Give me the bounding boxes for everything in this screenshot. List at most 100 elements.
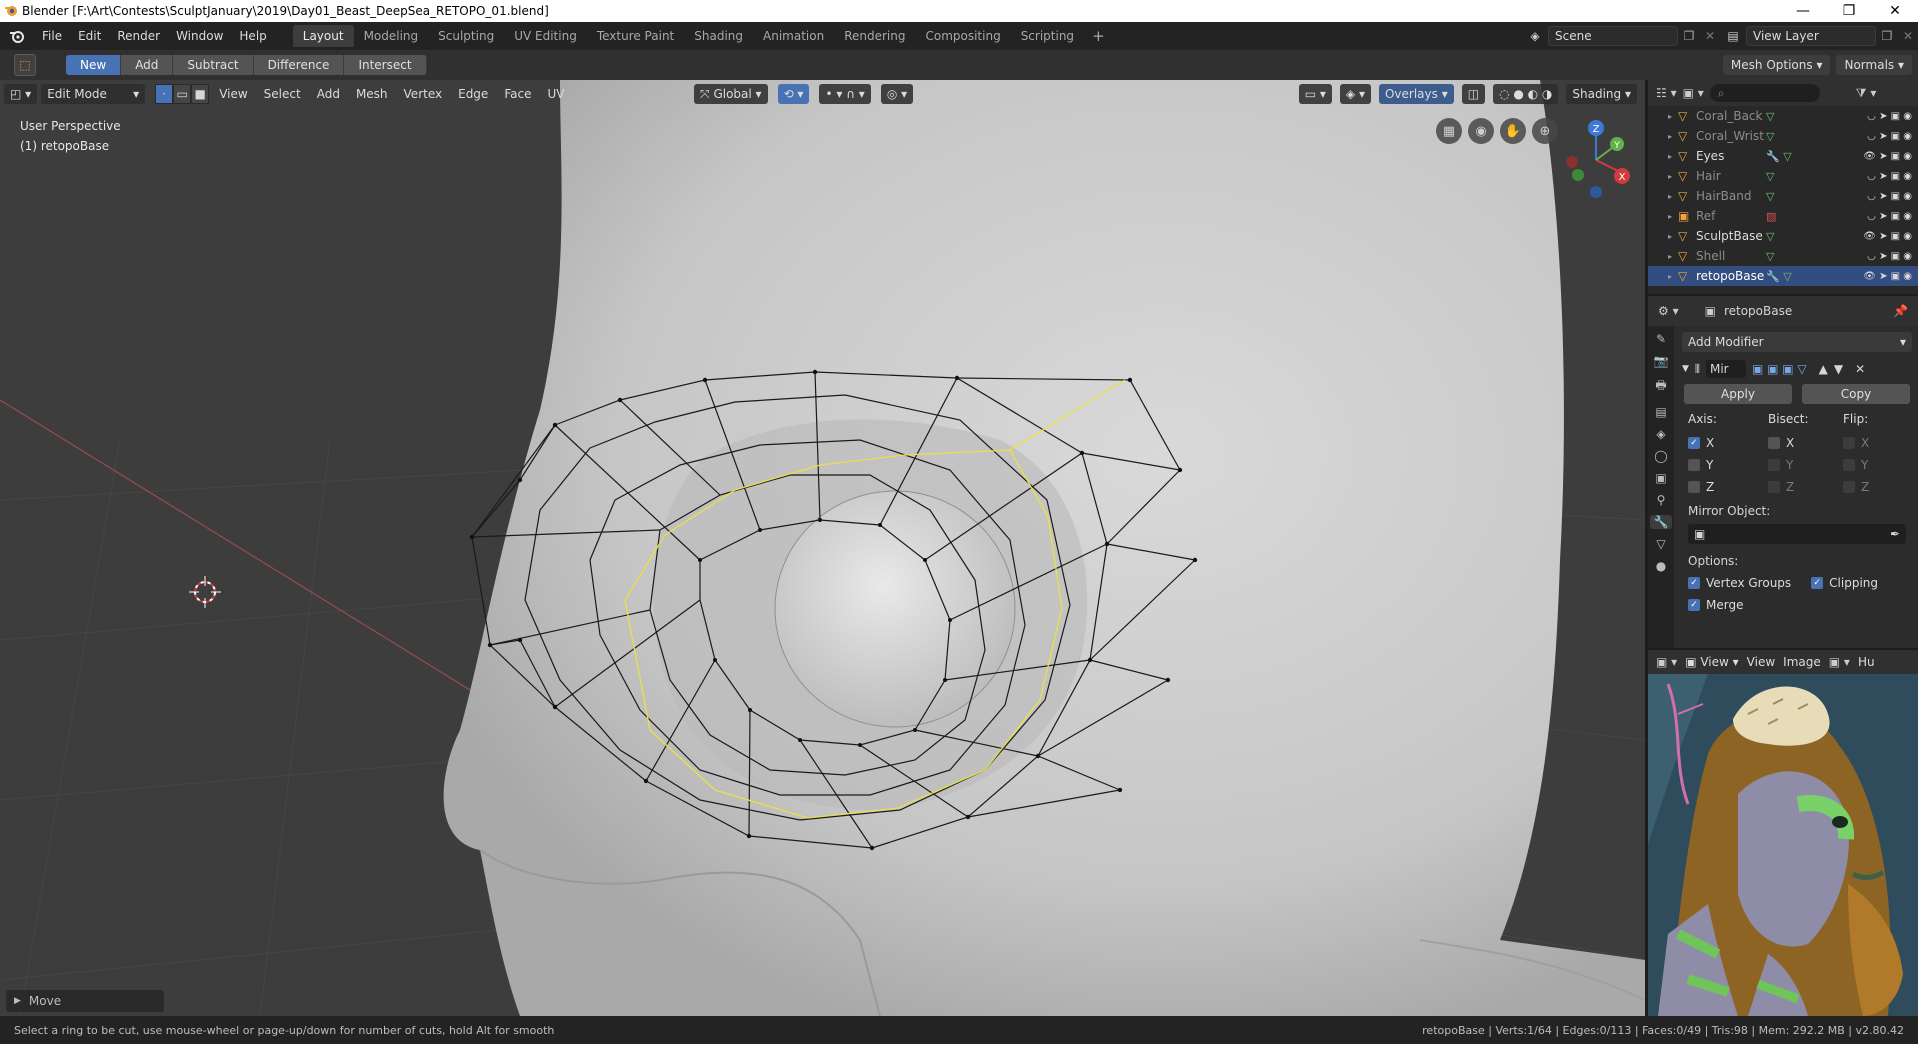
axis-y-checkbox[interactable]: Y <box>1688 456 1768 474</box>
outliner-row-shell[interactable]: ▸ ▽ Shell ▽ ◡ ➤ ▣ ◉ <box>1648 246 1918 266</box>
outliner-search-input[interactable]: ⌕ <box>1709 84 1820 102</box>
mirror-object-field[interactable]: ▣ ✒ <box>1688 524 1906 544</box>
tab-scripting[interactable]: Scripting <box>1011 25 1084 47</box>
overlays-dropdown[interactable]: Overlays ▾ <box>1378 84 1454 104</box>
editor-type-dropdown[interactable]: ◰ ▾ <box>4 84 38 104</box>
row-toggles[interactable]: ◡ ➤ ▣ ◉ <box>1867 211 1912 222</box>
filter-icon[interactable]: ⧩ ▾ <box>1856 86 1877 101</box>
row-toggles[interactable]: ◡ ➤ ▣ ◉ <box>1867 191 1912 202</box>
menu-mesh[interactable]: Mesh <box>350 84 394 104</box>
mode-intersect-button[interactable]: Intersect <box>344 55 427 75</box>
expand-icon[interactable]: ▸ <box>1648 152 1678 161</box>
blender-logo-icon[interactable] <box>0 22 34 50</box>
menu-view[interactable]: View <box>213 84 253 104</box>
modifier-tab-icon[interactable]: 🔧 <box>1650 515 1672 529</box>
row-toggles[interactable]: ◡ ➤ ▣ ◉ <box>1867 131 1912 142</box>
mesh-options-dropdown[interactable]: Mesh Options ▾ <box>1722 55 1831 75</box>
proportional-edit-dropdown[interactable]: ◎ ▾ <box>880 84 914 104</box>
menu-add[interactable]: Add <box>311 84 346 104</box>
hand-pan-icon[interactable]: ✋ <box>1500 118 1526 144</box>
move-up-icon[interactable]: ▲ <box>1819 362 1828 376</box>
row-toggles[interactable]: 👁 ➤ ▣ ◉ <box>1863 231 1912 242</box>
tab-modeling[interactable]: Modeling <box>354 25 429 47</box>
outliner-row-hair[interactable]: ▸ ▽ Hair ▽ ◡ ➤ ▣ ◉ <box>1648 166 1918 186</box>
material-tab-icon[interactable]: ● <box>1656 559 1666 573</box>
row-toggles[interactable]: ◡ ➤ ▣ ◉ <box>1867 111 1912 122</box>
tab-animation[interactable]: Animation <box>753 25 834 47</box>
row-toggles[interactable]: ◡ ➤ ▣ ◉ <box>1867 171 1912 182</box>
image-menu-view[interactable]: View <box>1747 655 1775 669</box>
mode-new-button[interactable]: New <box>66 55 122 75</box>
image-menu-image[interactable]: Image <box>1783 655 1821 669</box>
gizmo-toggle[interactable]: ◈ ▾ <box>1339 84 1371 104</box>
view-layer-field[interactable]: View Layer <box>1746 26 1876 46</box>
apply-button[interactable]: Apply <box>1684 384 1792 404</box>
object-tab-icon[interactable]: ▣ <box>1655 471 1666 485</box>
orientation-dropdown[interactable]: ⤧ Global ▾ <box>694 84 768 104</box>
expand-icon[interactable]: ▸ <box>1648 132 1678 141</box>
tab-compositing[interactable]: Compositing <box>915 25 1010 47</box>
mode-subtract-button[interactable]: Subtract <box>173 55 254 75</box>
render-tab-icon[interactable]: 📷 <box>1654 354 1669 368</box>
axis-z-checkbox[interactable]: Z <box>1688 478 1768 496</box>
vertex-groups-checkbox[interactable]: ✓ Vertex Groups <box>1688 574 1791 592</box>
normals-dropdown[interactable]: Normals ▾ <box>1836 55 1912 75</box>
close-button[interactable]: ✕ <box>1872 0 1918 22</box>
pin-icon[interactable]: 📌 <box>1893 304 1908 318</box>
outliner-row-eyes[interactable]: ▸ ▽ Eyes 🔧 ▽ 👁 ➤ ▣ ◉ <box>1648 146 1918 166</box>
mode-add-button[interactable]: Add <box>121 55 174 75</box>
outliner-row-coral-back[interactable]: ▸ ▽ Coral_Back ▽ ◡ ➤ ▣ ◉ <box>1648 106 1918 126</box>
image-name-truncated[interactable]: Hu <box>1858 655 1875 669</box>
outliner-row-ref[interactable]: ▸ ▣ Ref ▨ ◡ ➤ ▣ ◉ <box>1648 206 1918 226</box>
bisect-y-checkbox[interactable]: Y <box>1768 456 1843 474</box>
3d-cursor-icon[interactable] <box>189 576 221 608</box>
xray-toggle[interactable]: ◫ <box>1461 84 1486 104</box>
add-modifier-dropdown[interactable]: Add Modifier ▾ <box>1682 332 1912 352</box>
menu-file[interactable]: File <box>34 22 70 50</box>
flip-z-checkbox[interactable]: Z <box>1843 478 1913 496</box>
3d-viewport[interactable]: Z Y X ◰ ▾ Edit Mode ▾ · ▭ ■ View Select A… <box>0 80 1645 1016</box>
new-view-layer-icon[interactable]: ❐ <box>1876 29 1898 43</box>
new-scene-icon[interactable]: ❐ <box>1678 29 1700 43</box>
outliner-editor-icon[interactable]: ☷ ▾ <box>1656 86 1677 100</box>
tab-texture-paint[interactable]: Texture Paint <box>587 25 684 47</box>
menu-uv[interactable]: UV <box>541 84 570 104</box>
scene-field[interactable]: Scene <box>1548 26 1678 46</box>
outliner-row-retopobase[interactable]: ▸ ▽ retopoBase 🔧 ▽ 👁 ➤ ▣ ◉ <box>1648 266 1918 286</box>
bisect-z-checkbox[interactable]: Z <box>1768 478 1843 496</box>
row-toggles[interactable]: 👁 ➤ ▣ ◉ <box>1863 151 1912 162</box>
modifier-display-toggles[interactable]: ▣ ▣ ▣ ▽ <box>1752 362 1807 376</box>
tab-shading[interactable]: Shading <box>684 25 753 47</box>
outliner-row-hairband[interactable]: ▸ ▽ HairBand ▽ ◡ ➤ ▣ ◉ <box>1648 186 1918 206</box>
tab-sculpting[interactable]: Sculpting <box>428 25 504 47</box>
flip-y-checkbox[interactable]: Y <box>1843 456 1913 474</box>
expand-icon[interactable]: ▸ <box>1648 232 1678 241</box>
expand-icon[interactable]: ▸ <box>1648 172 1678 181</box>
constraints-tab-icon[interactable]: ⚲ <box>1657 493 1666 507</box>
tab-uv-editing[interactable]: UV Editing <box>504 25 587 47</box>
copy-button[interactable]: Copy <box>1802 384 1910 404</box>
ortho-grid-icon[interactable]: ▦ <box>1436 118 1462 144</box>
vertex-select-icon[interactable]: · <box>155 84 174 104</box>
expand-icon[interactable]: ▸ <box>1648 112 1678 121</box>
eyedropper-icon[interactable]: ✒ <box>1890 527 1900 541</box>
remove-modifier-icon[interactable]: ✕ <box>1855 362 1865 376</box>
row-toggles[interactable]: 👁 ➤ ▣ ◉ <box>1863 271 1912 282</box>
merge-checkbox[interactable]: ✓ Merge <box>1688 596 1906 614</box>
image-editor-type-icon[interactable]: ▣ ▾ <box>1656 655 1677 669</box>
output-tab-icon[interactable]: 🖶 <box>1655 376 1666 397</box>
delete-scene-icon[interactable]: ✕ <box>1700 29 1720 43</box>
viewport-shading-toggle[interactable]: ▭ ▾ <box>1298 84 1332 104</box>
axis-x-checkbox[interactable]: ✓ X <box>1688 434 1768 452</box>
flip-x-checkbox[interactable]: X <box>1843 434 1913 452</box>
collapse-icon[interactable]: ▼ <box>1682 364 1689 374</box>
snap-dropdown[interactable]: • ▾ ∩ ▾ <box>819 84 871 104</box>
mode-difference-button[interactable]: Difference <box>253 55 345 75</box>
menu-window[interactable]: Window <box>168 22 231 50</box>
mesh-data-tab-icon[interactable]: ▽ <box>1656 537 1665 551</box>
navigation-gizmo[interactable]: Z Y X <box>1566 120 1630 198</box>
expand-icon[interactable]: ▸ <box>1648 252 1678 261</box>
shading-dropdown[interactable]: Shading ▾ <box>1566 84 1637 104</box>
view-mode-dropdown[interactable]: ▣ View ▾ <box>1685 655 1738 669</box>
view-layer-tab-icon[interactable]: ▤ <box>1655 405 1666 419</box>
